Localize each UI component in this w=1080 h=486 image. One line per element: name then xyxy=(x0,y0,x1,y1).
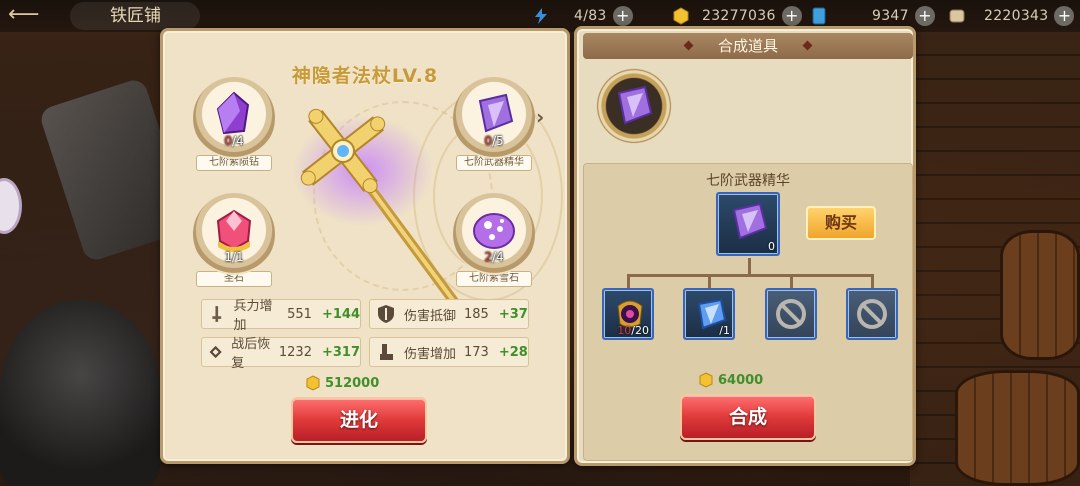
essence-crystal-icon xyxy=(478,93,514,133)
ingredient-slot[interactable]: /1 xyxy=(683,288,735,340)
gold-coin-icon xyxy=(699,372,713,388)
scroll-value: 2220343 xyxy=(984,8,1049,24)
gold-value: 23277036 xyxy=(702,8,776,24)
craft-target-slot[interactable] xyxy=(595,67,673,145)
material-slot[interactable]: 0/4 七阶紫陨钻 xyxy=(193,77,275,171)
stat-recovery: 战后恢复 1232 +317 xyxy=(201,337,361,371)
stat-troops: 兵力增加 551 +144 xyxy=(201,299,361,333)
essence-crystal-icon xyxy=(732,202,768,240)
add-stamina-button[interactable]: + xyxy=(612,6,633,26)
material-slot[interactable]: 0/5 七阶武器精华 xyxy=(453,77,535,171)
chevron-right-icon[interactable]: › xyxy=(536,105,544,129)
material-ring: 0/5 xyxy=(453,77,535,159)
heal-icon xyxy=(209,345,222,359)
card-value: 9347 xyxy=(872,8,909,24)
barrel xyxy=(1000,230,1080,360)
forbidden-icon xyxy=(776,299,806,329)
ingredient-slot[interactable]: 10/20 xyxy=(602,288,654,340)
lightning-icon xyxy=(535,8,547,24)
recipe-tree: 七阶武器精华 0 购买 10/20 /1 64000 合成 xyxy=(583,163,913,461)
craft-button[interactable]: 合成 xyxy=(680,394,816,440)
tree-connector xyxy=(627,274,630,288)
card-icon xyxy=(812,7,826,25)
essence-crystal-icon xyxy=(617,85,653,125)
stat-defense: 伤害抵御 185 +37 xyxy=(369,299,529,329)
resource-stamina: 4/83 + xyxy=(532,5,633,27)
ingredient-count: 10/20 xyxy=(617,324,649,337)
ingredient-count: /1 xyxy=(719,324,730,337)
sword-icon xyxy=(212,306,222,322)
scroll-icon xyxy=(949,9,965,23)
buy-button[interactable]: 购买 xyxy=(806,206,876,240)
ingredient-slot-empty xyxy=(846,288,898,340)
stamina-value: 4/83 xyxy=(574,8,607,24)
material-ring: 2/4 xyxy=(453,193,535,275)
shield-icon xyxy=(378,305,394,323)
material-count: 1/1 xyxy=(224,250,244,264)
recipe-output-slot[interactable]: 0 xyxy=(716,192,780,256)
forbidden-icon xyxy=(857,299,887,329)
stat-damage: 伤害增加 173 +28 xyxy=(369,337,529,367)
craft-header: 合成道具 xyxy=(583,33,913,59)
resource-gold: 23277036 + xyxy=(672,5,802,27)
gold-coin-icon xyxy=(673,7,689,25)
material-slot[interactable]: 2/4 七阶紫雪石 xyxy=(453,193,535,287)
evolve-button[interactable]: 进化 xyxy=(291,397,427,443)
armor-helmet xyxy=(0,300,160,486)
diamond-icon xyxy=(683,40,694,51)
material-ring: 0/4 xyxy=(193,77,275,159)
material-count: 0/4 xyxy=(224,134,244,148)
material-count: 2/4 xyxy=(484,250,504,264)
item-count: 0 xyxy=(768,240,775,253)
weapon-evolve-panel: 神隐者法杖LV.8 0/4 七阶紫陨钻 0/5 七阶武器精华 1/1 圣石 2/… xyxy=(160,28,570,464)
add-scroll-button[interactable]: + xyxy=(1054,6,1075,26)
holy-stone-icon xyxy=(216,209,252,252)
material-slot[interactable]: 1/1 圣石 xyxy=(193,193,275,287)
staff-weapon-image xyxy=(293,108,466,316)
ingredient-slot-empty xyxy=(765,288,817,340)
tree-connector xyxy=(871,274,874,288)
recipe-item-name: 七阶武器精华 xyxy=(706,173,790,189)
add-card-button[interactable]: + xyxy=(914,6,935,26)
resource-card: 9347 + xyxy=(810,5,935,27)
diamond-icon xyxy=(802,40,813,51)
tree-connector xyxy=(627,274,873,277)
craft-panel: 合成道具 七阶武器精华 0 购买 10/20 /1 64000 合成 xyxy=(574,26,916,466)
barrel xyxy=(955,370,1080,486)
boot-icon xyxy=(380,344,393,360)
craft-cost: 64000 xyxy=(698,372,763,388)
add-gold-button[interactable]: + xyxy=(781,6,802,26)
material-count: 0/5 xyxy=(484,134,504,148)
resource-scroll: 2220343 + xyxy=(948,5,1075,27)
evolve-cost: 512000 xyxy=(305,375,379,391)
tree-connector xyxy=(748,258,751,274)
snow-stone-icon xyxy=(473,213,515,249)
tree-connector xyxy=(790,274,793,288)
purple-crystal-icon xyxy=(216,91,250,135)
gold-coin-icon xyxy=(306,375,320,391)
material-ring: 1/1 xyxy=(193,193,275,275)
page-title: 铁匠铺 xyxy=(70,2,200,30)
tree-connector xyxy=(708,274,711,288)
back-icon[interactable]: ⟵ xyxy=(8,2,52,28)
